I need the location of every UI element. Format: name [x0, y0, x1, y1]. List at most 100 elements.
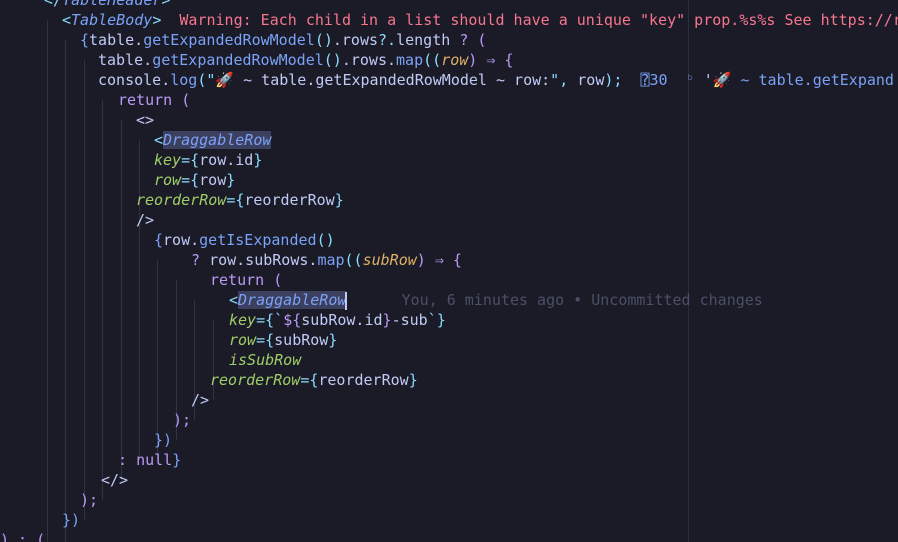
code-line[interactable]: />	[136, 210, 154, 230]
code-line[interactable]: ) : (	[0, 530, 45, 542]
code-line[interactable]: console.log("🚀 ~ table.getExpandedRowMod…	[98, 70, 894, 90]
code-token: );	[604, 71, 623, 89]
code-token: reorderRow	[136, 191, 227, 209]
code-token: map	[317, 251, 345, 269]
code-token: ᵇ	[685, 71, 695, 89]
code-token: row	[577, 71, 605, 89]
code-token: row.subRows.	[209, 251, 318, 269]
code-token: ={	[181, 151, 200, 169]
code-token: key	[154, 151, 182, 169]
code-token: >	[152, 11, 162, 29]
code-token: :	[118, 451, 137, 469]
code-token: </	[44, 0, 63, 9]
code-line[interactable]: return (	[210, 270, 282, 290]
code-line[interactable]: <TableBody> Warning: Each child in a lis…	[62, 10, 898, 30]
code-line[interactable]: <DraggableRow	[154, 130, 272, 150]
code-token: />	[136, 211, 155, 229]
code-token: reorderRow	[318, 371, 409, 389]
indent-guide	[84, 60, 85, 520]
code-line[interactable]: })	[62, 510, 80, 530]
code-token: <	[229, 291, 239, 309]
code-token: subRow	[274, 331, 329, 349]
code-token: reorderRow	[244, 191, 335, 209]
code-token: })	[62, 511, 81, 529]
code-line[interactable]: table.getExpandedRowModel().rows.map((ro…	[98, 50, 513, 70]
code-token: ?.	[378, 31, 397, 49]
code-line[interactable]: </TableHeader>	[44, 0, 170, 10]
code-token: getIsExpanded	[199, 231, 317, 249]
code-token: ) ⇒ {	[468, 51, 514, 69]
code-line[interactable]: );	[80, 490, 98, 510]
code-token: {	[80, 31, 90, 49]
code-line[interactable]: key={row.id}	[154, 150, 262, 170]
code-token: ?	[191, 251, 210, 269]
code-token: TableBody	[71, 11, 153, 29]
code-token: ={`	[256, 311, 284, 329]
code-token: row	[199, 171, 227, 189]
code-line[interactable]: <>	[136, 110, 154, 130]
code-token: }	[408, 371, 418, 389]
code-line[interactable]: })	[154, 430, 172, 450]
code-token: .rows.	[341, 51, 397, 69]
code-token: }	[334, 191, 344, 209]
code-token: return (	[210, 271, 283, 289]
code-token: </>	[101, 471, 129, 489]
code-line[interactable]: key={`${subRow.id}-sub`}	[229, 310, 446, 330]
code-line[interactable]: {row.getIsExpanded()	[154, 230, 335, 250]
code-line[interactable]: isSubRow	[229, 350, 301, 370]
code-line[interactable]: );	[173, 410, 191, 430]
code-token: >	[161, 0, 171, 9]
code-token: );	[80, 491, 99, 509]
code-token: })	[154, 431, 173, 449]
code-token: {	[154, 231, 164, 249]
code-token: log	[170, 71, 198, 89]
code-line[interactable]: </>	[101, 470, 128, 490]
code-token: ((	[344, 251, 363, 269]
code-token: ={	[256, 331, 275, 349]
code-editor[interactable]: </TableHeader> <TableBody> Warning: Each …	[0, 0, 898, 542]
code-token: }	[226, 171, 236, 189]
code-token: `}	[427, 311, 446, 329]
code-token: );	[173, 411, 192, 429]
code-line[interactable]: row={row}	[154, 170, 235, 190]
code-token: row	[154, 171, 182, 189]
code-token: -sub	[391, 311, 428, 329]
code-token: }	[253, 151, 263, 169]
code-token: ",	[550, 71, 578, 89]
code-line[interactable]: row={subRow}	[229, 330, 337, 350]
code-line[interactable]: {table.getExpandedRowModel().rows?.lengt…	[80, 30, 486, 50]
code-token: />	[191, 391, 210, 409]
code-token: table.	[98, 51, 153, 69]
code-token: ={	[300, 371, 319, 389]
code-token: <>	[136, 111, 155, 129]
code-token: ((	[423, 51, 442, 69]
code-token: subRow	[362, 251, 417, 269]
indent-guide	[47, 20, 48, 542]
indent-guide	[139, 140, 140, 460]
code-token: row	[441, 51, 469, 69]
code-line[interactable]: reorderRow={reorderRow}	[136, 190, 344, 210]
code-token: ()	[314, 31, 333, 49]
code-line[interactable]: ? row.subRows.map((subRow) ⇒ {	[191, 250, 462, 270]
code-line[interactable]: : null}	[118, 450, 181, 470]
code-token: reorderRow	[210, 371, 301, 389]
code-token: ⍰30	[622, 71, 686, 89]
code-token: getExpandedRowModel	[152, 51, 324, 69]
code-token: DraggableRow	[163, 131, 272, 149]
code-line[interactable]: return (	[118, 90, 190, 110]
code-token: table.	[89, 31, 144, 49]
code-token: '	[694, 71, 713, 89]
code-token: ()	[323, 51, 342, 69]
code-token: <	[154, 131, 164, 149]
code-token: getExpandedRowModel	[143, 31, 315, 49]
code-token: TableHeader	[62, 0, 162, 9]
code-token: map	[396, 51, 424, 69]
indent-guide	[121, 120, 122, 480]
code-line[interactable]: />	[191, 390, 209, 410]
code-token: 🚀 ~ table.getExpandedRowModel ~ row:	[215, 71, 551, 89]
code-token: console.	[98, 71, 171, 89]
code-line[interactable]: <DraggableRow You, 6 minutes ago • Uncom…	[229, 290, 763, 310]
indent-guide	[102, 100, 103, 500]
code-token: row.id	[199, 151, 254, 169]
code-line[interactable]: reorderRow={reorderRow}	[210, 370, 418, 390]
